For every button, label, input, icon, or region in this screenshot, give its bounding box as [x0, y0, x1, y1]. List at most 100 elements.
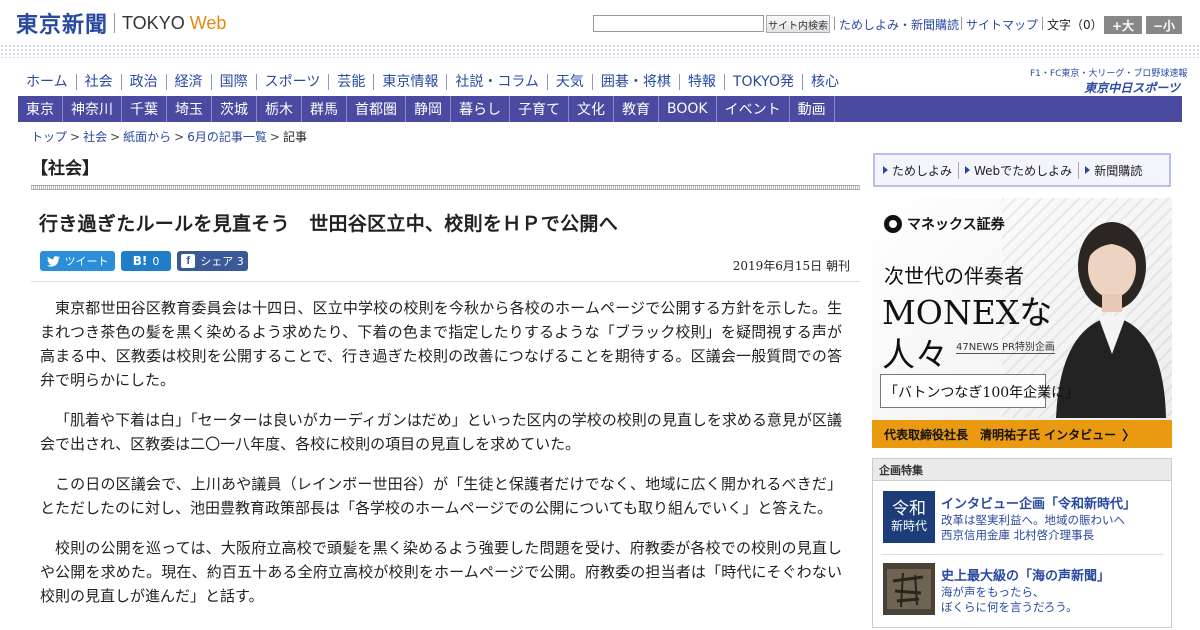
promo-label: Webでためしよみ [974, 163, 1073, 178]
hatena-icon: B! [132, 254, 148, 268]
region-item[interactable]: BOOK [659, 96, 717, 122]
nav-item-politics[interactable]: 政治 [120, 74, 166, 90]
region-item[interactable]: 首都圏 [347, 96, 406, 122]
subscribe-link[interactable]: ためしよみ・新聞購読 [839, 16, 959, 33]
feature-description-line: 改革は堅実利益へ。地域の賑わいへ [941, 513, 1125, 527]
main-nav: ホーム 社会 政治 経済 国際 スポーツ 芸能 東京情報 社説・コラム 天気 囲… [18, 70, 847, 94]
feature-divider [881, 554, 1163, 555]
region-item[interactable]: 茨城 [212, 96, 257, 122]
twitter-bird-icon [46, 255, 60, 267]
nav-item-sports[interactable]: スポーツ [255, 74, 329, 90]
region-item[interactable]: 埼玉 [167, 96, 212, 122]
feature-description-line: 西京信用金庫 北村啓介理事長 [941, 528, 1095, 542]
site-search-input[interactable] [593, 15, 764, 32]
site-search-button[interactable]: サイト内検索 [766, 15, 830, 33]
nav-item-go-shogi[interactable]: 囲碁・将棋 [591, 74, 679, 90]
breadcrumb-link[interactable]: トップ [31, 128, 67, 145]
reiwa-thumbnail: 令和 新時代 [883, 491, 935, 543]
site-logo[interactable]: 東京新聞 TOKYO Web [16, 9, 227, 38]
hatena-count: 0 [152, 254, 160, 268]
breadcrumb-link[interactable]: 紙面から [123, 128, 171, 145]
region-item[interactable]: 群馬 [302, 96, 347, 122]
promo-label: 新聞購読 [1094, 163, 1143, 178]
nav-item-tokyo-info[interactable]: 東京情報 [373, 74, 446, 90]
region-item[interactable]: 栃木 [257, 96, 302, 122]
feature-item-umi-no-koe[interactable]: 史上最大級の「海の声新聞」 海が声をもったら、 ぼくらに何を言うだろう。 [881, 563, 1167, 617]
topbar-divider [834, 17, 835, 30]
region-item[interactable]: 神奈川 [63, 96, 122, 122]
promo-link-trial[interactable]: ためしよみ [883, 161, 960, 179]
ad-cta-button[interactable]: 代表取締役社長 清明祐子氏 インタビュー 〉 [872, 420, 1172, 448]
monex-logo-icon [884, 215, 902, 233]
chunichi-sports-banner[interactable]: F1・FC東京・大リーグ・プロ野球速報 東京中日スポーツ [1030, 66, 1188, 95]
feature-title[interactable]: インタビュー企画「令和新時代」 [941, 493, 1136, 512]
region-item[interactable]: 静岡 [406, 96, 451, 122]
feature-box-heading: 企画特集 [873, 459, 1171, 481]
arrow-right-icon [883, 166, 888, 174]
breadcrumb-link[interactable]: 6月の記事一覧 [187, 128, 267, 145]
logo-tokyo: TOKYO [122, 12, 185, 33]
reiwa-thumb-line1: 令和 [892, 499, 926, 519]
region-nav: 東京 神奈川 千葉 埼玉 茨城 栃木 群馬 首都圏 静岡 暮らし 子育て 文化 … [18, 96, 1182, 122]
topbar-divider [1042, 17, 1043, 30]
font-larger-button[interactable]: +大 [1104, 16, 1142, 34]
font-smaller-button[interactable]: −小 [1146, 16, 1182, 34]
region-item[interactable]: 動画 [790, 96, 835, 122]
section-rule [31, 185, 860, 190]
subscription-promo-bar: ためしよみ Webでためしよみ 新聞購読 [873, 153, 1171, 187]
ad-copy-line1: 次世代の伴奏者 [884, 264, 1024, 288]
chunichi-logo: 東京中日スポーツ [1084, 81, 1180, 95]
region-item[interactable]: 暮らし [451, 96, 510, 122]
breadcrumb-separator: > [269, 129, 280, 144]
ad-cta-label: 代表取締役社長 清明祐子氏 インタビュー [884, 427, 1117, 442]
nav-item-home[interactable]: ホーム [18, 74, 76, 90]
tweet-label: ツイート [64, 255, 109, 268]
region-item[interactable]: 教育 [614, 96, 659, 122]
region-item[interactable]: 千葉 [122, 96, 167, 122]
tweet-button[interactable]: ツイート [40, 251, 115, 271]
nav-item-economy[interactable]: 経済 [165, 74, 211, 90]
facebook-icon-mark: f [186, 255, 191, 267]
sitemap-link[interactable]: サイトマップ [966, 16, 1038, 33]
chunichi-tagline: F1・FC東京・大リーグ・プロ野球速報 [1030, 69, 1188, 79]
region-item[interactable]: 東京 [18, 96, 63, 122]
feature-item-reiwa[interactable]: 令和 新時代 インタビュー企画「令和新時代」 改革は堅実利益へ。地域の賑わいへ … [881, 491, 1167, 545]
nav-item-society[interactable]: 社会 [75, 74, 121, 90]
facebook-share-button[interactable]: f シェア 3 [177, 251, 248, 271]
breadcrumb-separator: > [110, 129, 121, 144]
promo-link-subscribe[interactable]: 新聞購読 [1085, 162, 1148, 179]
monex-ad-banner[interactable]: マネックス証券 次世代の伴奏者 MONEXな 人々 47NEWS PR特別企画 … [872, 198, 1172, 448]
ad-pr-label: 47NEWS PR特別企画 [956, 338, 1055, 354]
breadcrumb-link[interactable]: 社会 [83, 128, 107, 145]
breadcrumb-separator: > [174, 129, 185, 144]
nav-item-international[interactable]: 国際 [210, 74, 256, 90]
article-date: 2019年6月15日 朝刊 [732, 259, 850, 273]
article-headline: 行き過ぎたルールを見直そう 世田谷区立中、校則をＨＰで公開へ [39, 213, 619, 235]
breadcrumb-current: 記事 [282, 130, 307, 144]
region-item[interactable]: 文化 [569, 96, 614, 122]
feature-title[interactable]: 史上最大級の「海の声新聞」 [941, 565, 1110, 584]
article-paragraph: 東京都世田谷区教育委員会は十四日、区立中学校の校則を今秋から各校のホームページで… [40, 299, 842, 389]
meta-divider [31, 281, 860, 282]
nav-item-entertainment[interactable]: 芸能 [328, 74, 373, 90]
nav-item-weather[interactable]: 天気 [546, 74, 592, 90]
article-paragraph: この日の区議会で、上川あや議員（レインボー世田谷）が「生徒と保護者だけでなく、地… [40, 475, 842, 517]
promo-link-web-trial[interactable]: Webでためしよみ [965, 161, 1080, 179]
nav-item-editorial[interactable]: 社説・コラム [446, 74, 547, 90]
article-paragraph: 「肌着や下着は白」「セーターは良いがカーディガンはだめ」といった区内の学校の校則… [40, 411, 842, 453]
region-item[interactable]: 子育て [510, 96, 569, 122]
arrow-right-icon [1085, 166, 1091, 174]
nav-item-core[interactable]: 核心 [801, 74, 847, 90]
ad-quote: 「バトンつなぎ100年企業に」 [884, 385, 1080, 401]
topbar-divider [961, 17, 962, 30]
nav-item-tokyo-hatsu[interactable]: TOKYO発 [723, 74, 802, 90]
section-label: 【社会】 [31, 159, 99, 179]
nav-item-special-report[interactable]: 特報 [678, 74, 724, 90]
logo-web: Web [189, 12, 227, 33]
ad-brand-name: マネックス証券 [907, 217, 1005, 233]
feature-box: 企画特集 令和 新時代 インタビュー企画「令和新時代」 改革は堅実利益へ。地域の… [872, 458, 1172, 628]
font-size-label: 文字（0） [1047, 18, 1103, 32]
region-item[interactable]: イベント [717, 96, 790, 122]
hatena-bookmark-button[interactable]: B! 0 [121, 251, 171, 271]
feature-description-line: 海が声をもったら、 [941, 585, 1045, 599]
